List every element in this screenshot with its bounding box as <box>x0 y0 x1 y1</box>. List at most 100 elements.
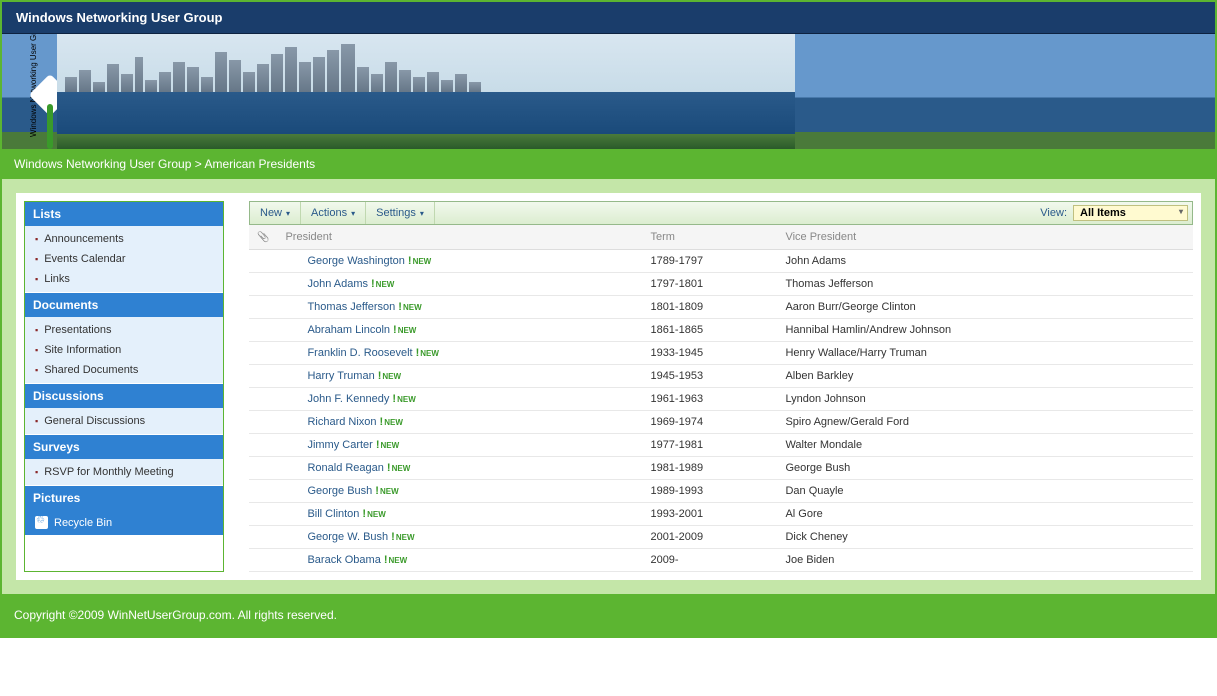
sidebar-item-general-discussions[interactable]: General Discussions <box>25 411 223 431</box>
view-selector[interactable]: All Items <box>1073 205 1188 221</box>
new-badge: !NEW <box>391 531 414 543</box>
sidebar-item-shared-documents[interactable]: Shared Documents <box>25 360 223 380</box>
sidebar-item-links[interactable]: Links <box>25 269 223 289</box>
site-header: Windows Networking User Group <box>2 0 1215 34</box>
settings-button[interactable]: Settings <box>366 202 435 224</box>
presidents-table: President Term Vice President George Was… <box>249 225 1193 572</box>
site-title: Windows Networking User Group <box>16 10 222 25</box>
sidebar-section-documents[interactable]: Documents <box>25 292 223 317</box>
table-row: Ronald Reagan !NEW 1981-1989George Bush <box>249 457 1193 480</box>
table-row: Abraham Lincoln!NEW1861-1865Hannibal Ham… <box>249 319 1193 342</box>
new-badge: !NEW <box>398 301 421 313</box>
column-vp[interactable]: Vice President <box>777 225 1193 250</box>
new-badge: !NEW <box>408 255 431 267</box>
sidebar-section-surveys[interactable]: Surveys <box>25 434 223 459</box>
vp-cell: Thomas Jefferson <box>777 273 1193 296</box>
president-link[interactable]: Thomas Jefferson <box>307 301 395 313</box>
new-badge: !NEW <box>378 370 401 382</box>
president-link[interactable]: Franklin D. Roosevelt <box>307 347 412 359</box>
main-content: New Actions Settings View: All Items Pre… <box>249 201 1193 572</box>
table-row: John Adams!NEW 1797-1801Thomas Jefferson <box>249 273 1193 296</box>
breadcrumb: Windows Networking User Group > American… <box>2 149 1215 179</box>
table-row: George W. Bush!NEW 2001-2009Dick Cheney <box>249 526 1193 549</box>
vp-cell: Al Gore <box>777 503 1193 526</box>
president-link[interactable]: John Adams <box>307 278 368 290</box>
president-link[interactable]: Abraham Lincoln <box>307 324 390 336</box>
vp-cell: Dan Quayle <box>777 480 1193 503</box>
term-cell: 1969-1974 <box>642 411 777 434</box>
view-label: View: <box>1040 207 1067 219</box>
table-row: Jimmy Carter !NEW 1977-1981Walter Mondale <box>249 434 1193 457</box>
president-link[interactable]: George Bush <box>307 485 372 497</box>
president-link[interactable]: George Washington <box>307 255 404 267</box>
list-toolbar: New Actions Settings View: All Items <box>249 201 1193 225</box>
sidebar-section-lists[interactable]: Lists <box>25 202 223 226</box>
term-cell: 1977-1981 <box>642 434 777 457</box>
sidebar-item-announcements[interactable]: Announcements <box>25 229 223 249</box>
breadcrumb-root[interactable]: Windows Networking User Group <box>14 157 191 171</box>
president-link[interactable]: Ronald Reagan <box>307 462 383 474</box>
recycle-icon <box>35 516 48 529</box>
sidebar-section-pictures[interactable]: Pictures <box>25 485 223 510</box>
column-attachment[interactable] <box>249 225 277 250</box>
term-cell: 1801-1809 <box>642 296 777 319</box>
vp-cell: Dick Cheney <box>777 526 1193 549</box>
vp-cell: Lyndon Johnson <box>777 388 1193 411</box>
president-link[interactable]: Barack Obama <box>307 554 380 566</box>
new-badge: !NEW <box>416 347 439 359</box>
new-badge: !NEW <box>384 554 407 566</box>
sidebar-section-discussions[interactable]: Discussions <box>25 383 223 408</box>
president-link[interactable]: Bill Clinton <box>307 508 359 520</box>
table-row: Richard Nixon !NEW 1969-1974Spiro Agnew/Ge… <box>249 411 1193 434</box>
term-cell: 1861-1865 <box>642 319 777 342</box>
sidebar-item-presentations[interactable]: Presentations <box>25 320 223 340</box>
president-link[interactable]: Richard Nixon <box>307 416 376 428</box>
table-row: Harry Truman !NEW 1945-1953Alben Barkley <box>249 365 1193 388</box>
sidebar-item-events-calendar[interactable]: Events Calendar <box>25 249 223 269</box>
vp-cell: John Adams <box>777 250 1193 273</box>
new-badge: !NEW <box>387 462 410 474</box>
footer: Copyright ©2009 WinNetUserGroup.com. All… <box>2 594 1215 636</box>
banner: Windows Networking User Group <box>2 34 1215 149</box>
vp-cell: Spiro Agnew/Gerald Ford <box>777 411 1193 434</box>
vp-cell: Henry Wallace/Harry Truman <box>777 342 1193 365</box>
banner-image <box>57 34 795 149</box>
vp-cell: George Bush <box>777 457 1193 480</box>
term-cell: 1933-1945 <box>642 342 777 365</box>
breadcrumb-current: American Presidents <box>204 157 315 171</box>
column-term[interactable]: Term <box>642 225 777 250</box>
new-badge: !NEW <box>376 439 399 451</box>
actions-button[interactable]: Actions <box>301 202 366 224</box>
sidebar-item-rsvp-for-monthly-meeting[interactable]: RSVP for Monthly Meeting <box>25 462 223 482</box>
new-badge: !NEW <box>392 393 415 405</box>
vp-cell: Hannibal Hamlin/Andrew Johnson <box>777 319 1193 342</box>
column-president[interactable]: President <box>277 225 642 250</box>
term-cell: 1945-1953 <box>642 365 777 388</box>
term-cell: 1797-1801 <box>642 273 777 296</box>
attachment-icon <box>257 231 269 243</box>
president-link[interactable]: George W. Bush <box>307 531 388 543</box>
vp-cell: Alben Barkley <box>777 365 1193 388</box>
new-badge: !NEW <box>380 416 403 428</box>
term-cell: 2009- <box>642 549 777 572</box>
new-badge: !NEW <box>362 508 385 520</box>
table-row: Barack Obama!NEW2009-Joe Biden <box>249 549 1193 572</box>
table-row: George Bush!NEW 1989-1993Dan Quayle <box>249 480 1193 503</box>
new-button[interactable]: New <box>250 202 301 224</box>
table-row: John F. Kennedy!NEW1961-1963Lyndon Johns… <box>249 388 1193 411</box>
recycle-bin[interactable]: Recycle Bin <box>25 510 223 535</box>
site-logo: Windows Networking User Group <box>17 42 52 142</box>
term-cell: 1989-1993 <box>642 480 777 503</box>
table-row: Bill Clinton!NEW1993-2001Al Gore <box>249 503 1193 526</box>
president-link[interactable]: John F. Kennedy <box>307 393 389 405</box>
president-link[interactable]: Harry Truman <box>307 370 374 382</box>
term-cell: 2001-2009 <box>642 526 777 549</box>
sidebar-item-site-information[interactable]: Site Information <box>25 340 223 360</box>
vp-cell: Walter Mondale <box>777 434 1193 457</box>
table-row: Franklin D. Roosevelt !NEW 1933-1945Henry … <box>249 342 1193 365</box>
vp-cell: Aaron Burr/George Clinton <box>777 296 1193 319</box>
president-link[interactable]: Jimmy Carter <box>307 439 372 451</box>
term-cell: 1981-1989 <box>642 457 777 480</box>
new-badge: !NEW <box>371 278 394 290</box>
new-badge: !NEW <box>375 485 398 497</box>
